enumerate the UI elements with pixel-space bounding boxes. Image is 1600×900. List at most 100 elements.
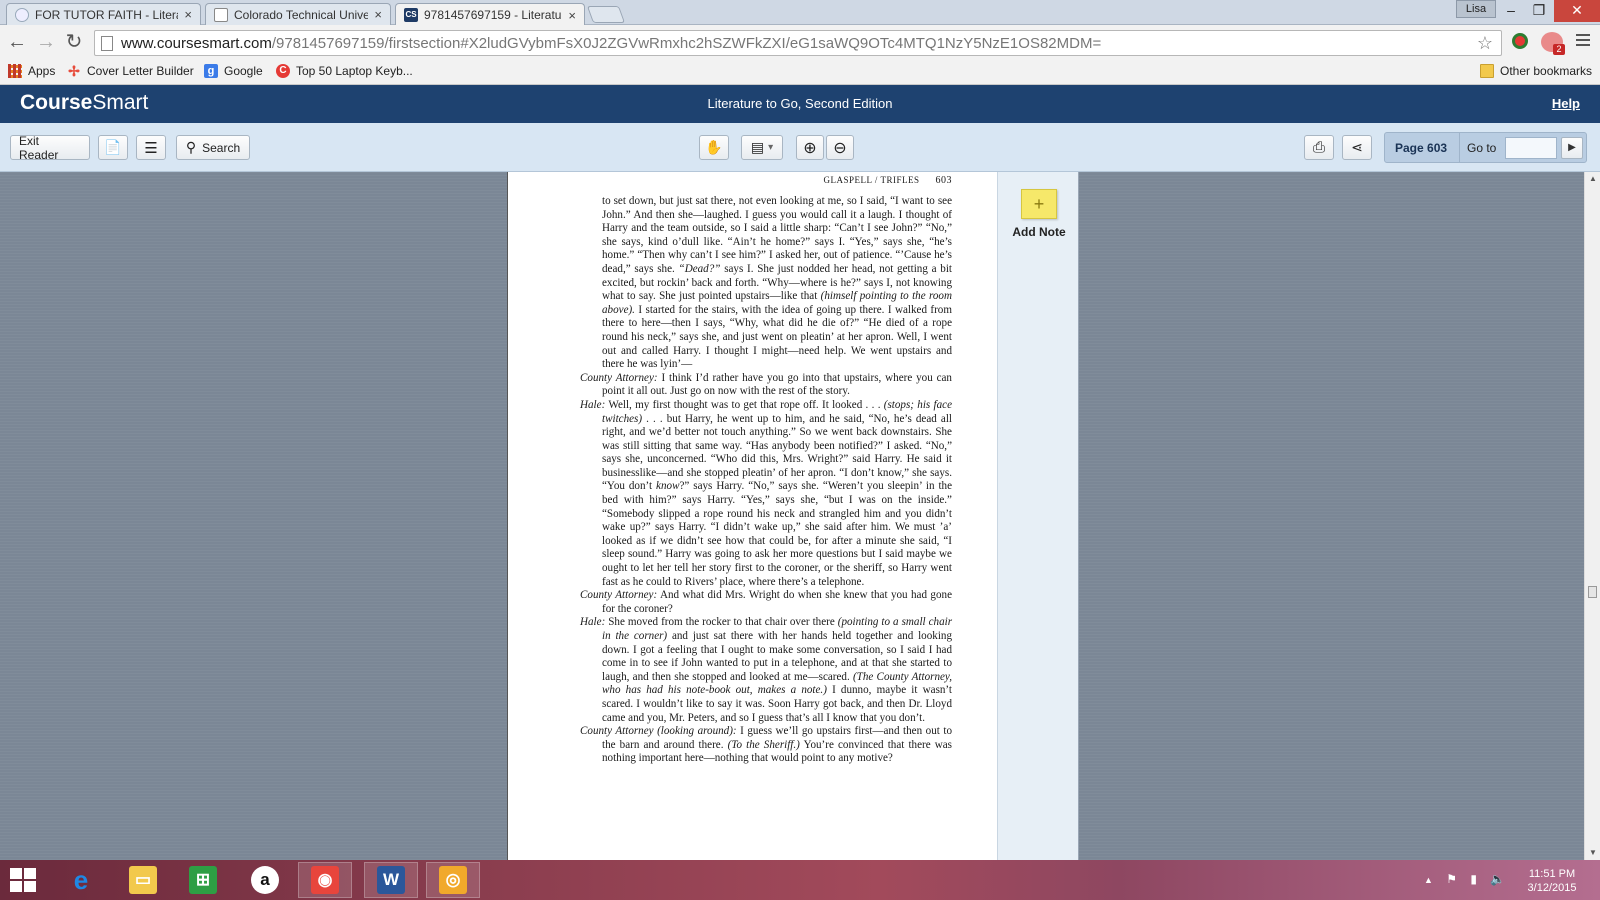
bookmark-cover-letter-builder[interactable]: ✢ Cover Letter Builder [67,64,194,78]
taskbar-app-yellow-button[interactable]: ◎ [426,862,480,898]
scroll-up-arrow[interactable]: ▲ [1585,172,1600,186]
text-run: ?” says Harry. “No,” says she. “Weren’t … [602,480,952,588]
notes-panel: + Add Note [997,172,1079,860]
taskbar-chrome-button[interactable]: ◉ [298,862,352,898]
scroll-down-arrow[interactable]: ▼ [1585,846,1600,860]
back-button[interactable]: ← [6,32,28,54]
zoom-in-button[interactable]: ⊕ [796,135,824,160]
extension-icon[interactable] [1512,33,1528,49]
page-info-icon[interactable] [101,35,113,51]
taskbar-word-button[interactable]: W [364,862,418,898]
goto-page-button[interactable]: ▶ [1561,137,1583,159]
tray-chevron-icon[interactable]: ▲ [1424,875,1433,885]
taskbar-amazon-button[interactable]: a [238,862,292,898]
italic-text: County Attorney: [580,371,658,384]
browser-tab-3-active[interactable]: CS 9781457697159 - Literature × [395,3,585,26]
extension-badge: 2 [1553,44,1565,55]
browser-tab-1[interactable]: FOR TUTOR FAITH - Litera × [6,3,201,25]
amazon-icon: a [251,866,279,894]
page-scrollbar[interactable]: ▲ ▼ [1584,172,1600,860]
page-layout-dropdown[interactable]: ▤ ▾ [741,135,783,160]
page-text: to set down, but just sat there, not eve… [580,195,952,766]
reload-button[interactable]: ↻ [63,32,85,54]
zoom-in-icon: ⊕ [803,139,817,157]
page-view-button[interactable]: 📄 [98,135,128,160]
browser-tab-strip: FOR TUTOR FAITH - Litera × Colorado Tech… [0,0,1600,26]
goto-label: Go to [1467,141,1497,155]
book-title: Literature to Go, Second Edition [707,96,893,111]
share-button[interactable]: ⋖ [1342,135,1372,160]
file-explorer-icon: ▭ [129,866,157,894]
page-navigator: Page 603 Go to ▶ [1384,132,1587,163]
reader-toolbar: Exit Reader 📄 ☰ ⚲ Search ✋ ▤ ▾ ⊕ ⊖ ⎙ ⋖ P… [0,123,1600,172]
add-note-icon[interactable]: + [1021,189,1057,219]
tab-close-icon[interactable]: × [184,7,192,22]
zoom-out-button[interactable]: ⊖ [826,135,854,160]
book-page: GLASPELL / TRIFLES 603 to set down, but j… [507,172,997,860]
italic-text: County Attorney (looking around): [580,725,737,738]
bookmark-star-icon[interactable]: ☆ [1477,33,1493,54]
hand-icon: ✋ [705,139,723,155]
italic-text: Hale: [580,398,606,411]
flag-icon[interactable]: ⚑ [1446,872,1457,886]
taskbar-store-button[interactable]: ⊞ [176,862,230,898]
scroll-thumb[interactable] [1588,586,1597,598]
internet-explorer-icon: e [73,865,89,895]
chrome-menu-icon[interactable] [1576,34,1590,48]
tab-title: FOR TUTOR FAITH - Litera [35,7,179,22]
goto-page-input[interactable] [1505,137,1557,159]
app-yellow-icon: ◎ [439,866,467,894]
browser-tab-2[interactable]: Colorado Technical Unive × [205,3,391,25]
bookmark-top-50-laptop[interactable]: C Top 50 Laptop Keyb... [276,64,413,78]
clock-time: 11:51 PM [1528,868,1576,880]
laptop-icon: C [276,64,290,78]
italic-text: County Attorney: [580,589,658,602]
taskbar-internet-explorer-button[interactable]: e [54,862,108,898]
system-clock[interactable]: 11:51 PM 3/12/2015 [1512,867,1592,895]
bookmark-apps[interactable]: Apps [8,64,55,78]
exit-reader-button[interactable]: Exit Reader [10,134,90,162]
pan-tool-button[interactable]: ✋ [699,135,729,160]
tab-favicon-icon [15,7,29,22]
dialogue-paragraph: County Attorney: I think I’d rather have… [580,372,952,399]
search-button[interactable]: ⚲ Search [176,135,250,160]
url-host: www.coursesmart.com [121,34,272,52]
running-head-title: GLASPELL / TRIFLES [823,175,920,185]
print-button[interactable]: ⎙ [1304,135,1334,160]
new-tab-button[interactable] [586,6,626,23]
start-button-windows-icon[interactable] [10,868,38,893]
url-bar[interactable]: www.coursesmart.com/9781457697159/firsts… [94,30,1502,56]
cover-letter-icon: ✢ [68,63,80,79]
tab-favicon-icon [214,7,228,22]
minimize-button[interactable]: – [1496,0,1526,22]
bookmark-google[interactable]: g Google [204,64,263,78]
tab-close-icon[interactable]: × [374,7,382,22]
table-of-contents-button[interactable]: ☰ [136,135,166,160]
network-signal-icon[interactable]: ▮ [1470,872,1477,886]
dialogue-paragraph: Hale: She moved from the rocker to that … [580,616,952,725]
restore-button[interactable]: ❐ [1524,0,1554,22]
profile-user-badge[interactable]: Lisa [1456,0,1496,18]
italic-text: Hale: [580,616,606,629]
word-icon: W [377,866,405,894]
page-number: 603 [935,175,952,186]
other-bookmarks[interactable]: Other bookmarks [1480,64,1592,78]
system-tray: ▲ ⚑ ▮ 🔈 [1424,872,1505,886]
url-path: /9781457697159/firstsection#X2ludGVybmFs… [271,34,1102,52]
italic-text: “Dead?” [678,262,721,275]
running-head: GLASPELL / TRIFLES 603 [508,175,952,186]
apps-icon [8,64,22,78]
dialogue-paragraph: County Attorney (looking around): I gues… [580,725,952,766]
close-window-button[interactable]: ✕ [1554,0,1600,22]
text-run: I started for the stairs, with the idea … [602,303,952,371]
forward-button[interactable]: → [35,32,57,54]
list-icon: ☰ [144,139,158,157]
volume-icon[interactable]: 🔈 [1490,872,1505,886]
add-note-label[interactable]: Add Note [998,225,1080,239]
italic-text: (To the Sheriff.) [727,738,800,751]
taskbar-file-explorer-button[interactable]: ▭ [116,862,170,898]
tab-close-icon[interactable]: × [568,8,576,23]
print-icon: ⎙ [1313,139,1326,156]
store-icon: ⊞ [189,866,217,894]
help-link[interactable]: Help [1552,96,1580,111]
